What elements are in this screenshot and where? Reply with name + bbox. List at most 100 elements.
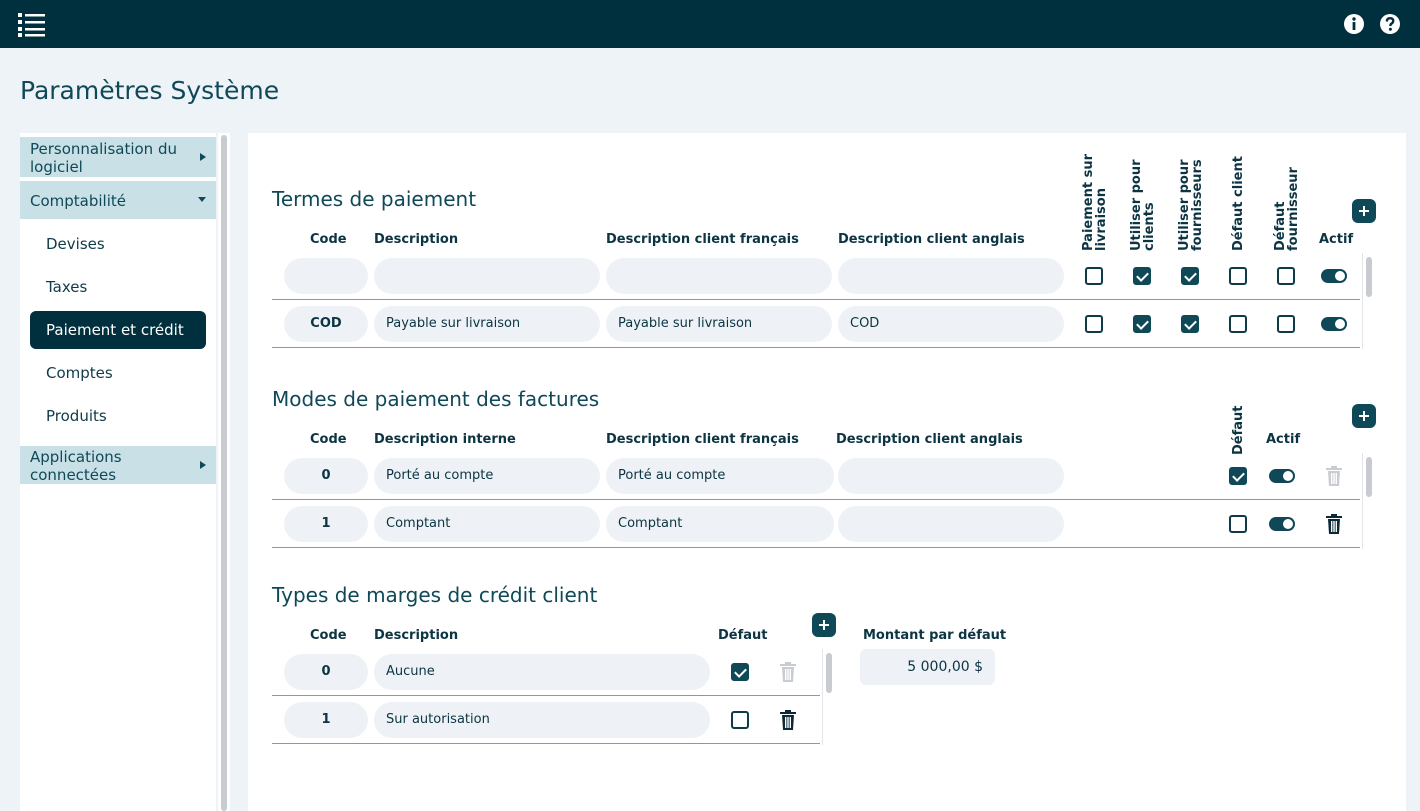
col-header-code: Code [310, 432, 347, 447]
col-header-use-clients: Utiliser pour clients [1129, 159, 1157, 251]
col-header-internal: Description interne [374, 432, 516, 447]
desc-fr-input[interactable]: Porté au compte [606, 458, 834, 494]
code-input[interactable]: 0 [284, 458, 368, 494]
main-panel: Termes de paiement Code Description Desc… [248, 133, 1406, 811]
scrollbar-thumb[interactable] [826, 653, 832, 693]
invoice-modes-scrollbar[interactable] [1362, 453, 1374, 549]
col-header-default: Défaut [718, 628, 768, 643]
active-toggle[interactable] [1321, 317, 1347, 331]
sidebar-item-devises[interactable]: Devises [30, 225, 206, 263]
info-icon[interactable] [1344, 14, 1364, 34]
desc-en-input[interactable]: COD [838, 306, 1064, 342]
default-checkbox[interactable] [1229, 467, 1247, 485]
section-title-payment-terms: Termes de paiement [272, 187, 477, 211]
row-divider [272, 695, 820, 696]
add-invoice-mode-button[interactable] [1352, 404, 1376, 428]
page-title: Paramètres Système [20, 76, 280, 105]
code-input[interactable]: 1 [284, 506, 368, 542]
add-credit-margin-button[interactable] [812, 613, 836, 637]
description-input[interactable]: Aucune [374, 654, 710, 690]
default-amount-label: Montant par défaut [863, 628, 1007, 643]
header-line: fournisseur [1286, 167, 1301, 251]
default-supplier-checkbox[interactable] [1277, 315, 1295, 333]
header-line: livraison [1094, 188, 1109, 251]
default-supplier-checkbox[interactable] [1277, 267, 1295, 285]
payment-terms-scrollbar[interactable] [1362, 253, 1374, 349]
sidebar-group-comptabilite[interactable]: Comptabilité [20, 181, 216, 219]
row-divider [272, 547, 1360, 548]
row-divider [272, 499, 1360, 500]
sidebar-item-paiement-credit[interactable]: Paiement et crédit [30, 311, 206, 349]
desc-fr-input[interactable] [606, 258, 832, 294]
add-payment-term-button[interactable] [1352, 199, 1376, 223]
code-input[interactable]: COD [284, 306, 368, 342]
list-icon[interactable] [18, 11, 46, 37]
description-input[interactable]: Payable sur livraison [374, 306, 600, 342]
sidebar-scrollbar[interactable] [218, 133, 230, 811]
use-suppliers-checkbox[interactable] [1181, 267, 1199, 285]
col-header-default-supplier: Défaut fournisseur [1273, 163, 1301, 251]
col-header-code: Code [310, 628, 347, 643]
use-clients-checkbox[interactable] [1133, 267, 1151, 285]
section-title-invoice-modes: Modes de paiement des factures [272, 387, 600, 411]
row-divider [272, 299, 1360, 300]
sidebar: Personnalisation du logiciel Comptabilit… [20, 133, 216, 811]
sidebar-group-personnalisation[interactable]: Personnalisation du logiciel [20, 137, 216, 177]
col-header-desc-en: Description client anglais [838, 232, 1025, 247]
trash-icon[interactable] [1325, 514, 1343, 534]
header-line: fournisseurs [1190, 159, 1205, 251]
trash-icon-disabled [1326, 466, 1342, 486]
default-client-checkbox[interactable] [1229, 267, 1247, 285]
default-client-checkbox[interactable] [1229, 315, 1247, 333]
code-input[interactable] [284, 258, 368, 294]
trash-icon[interactable] [779, 710, 797, 730]
row-divider [272, 347, 1360, 348]
col-header-use-suppliers: Utiliser pour fournisseurs [1177, 159, 1205, 251]
col-header-desc-en: Description client anglais [836, 432, 1023, 447]
active-toggle[interactable] [1269, 469, 1295, 483]
default-amount-input[interactable]: 5 000,00 $ [860, 649, 995, 685]
col-header-default: Défaut [1231, 405, 1246, 455]
sidebar-item-taxes[interactable]: Taxes [30, 268, 206, 306]
sidebar-group-label: Personnalisation du logiciel [30, 140, 177, 176]
sidebar-item-produits[interactable]: Produits [30, 397, 206, 435]
cod-checkbox[interactable] [1085, 315, 1103, 333]
scrollbar-thumb[interactable] [1366, 257, 1372, 297]
col-header-description: Description [374, 232, 459, 247]
sidebar-item-comptes[interactable]: Comptes [30, 354, 206, 392]
col-header-default-client: Défaut client [1231, 156, 1246, 251]
desc-fr-input[interactable]: Payable sur livraison [606, 306, 832, 342]
scrollbar-thumb[interactable] [221, 135, 227, 811]
code-input[interactable]: 1 [284, 702, 368, 738]
desc-en-input[interactable] [838, 258, 1064, 294]
caret-down-icon [198, 197, 206, 202]
desc-en-input[interactable] [838, 458, 1064, 494]
internal-desc-input[interactable]: Comptant [374, 506, 600, 542]
header-line: clients [1142, 202, 1157, 251]
sidebar-group-applications[interactable]: Applications connectées [20, 446, 216, 484]
description-input[interactable] [374, 258, 600, 294]
internal-desc-input[interactable]: Porté au compte [374, 458, 600, 494]
active-toggle[interactable] [1269, 517, 1295, 531]
section-title-credit-margins: Types de marges de crédit client [272, 583, 598, 607]
desc-fr-input[interactable]: Comptant [606, 506, 834, 542]
col-header-code: Code [310, 232, 347, 247]
sidebar-group-label: Comptabilité [30, 192, 126, 210]
active-toggle[interactable] [1321, 269, 1347, 283]
use-clients-checkbox[interactable] [1133, 315, 1151, 333]
code-input[interactable]: 0 [284, 654, 368, 690]
desc-en-input[interactable] [838, 506, 1064, 542]
default-checkbox[interactable] [1229, 515, 1247, 533]
cod-checkbox[interactable] [1085, 267, 1103, 285]
trash-icon-disabled [780, 662, 796, 682]
default-checkbox[interactable] [731, 711, 749, 729]
col-header-cod: Paiement sur livraison [1081, 154, 1109, 251]
use-suppliers-checkbox[interactable] [1181, 315, 1199, 333]
caret-right-icon [200, 461, 206, 469]
credit-margins-scrollbar[interactable] [822, 649, 834, 745]
default-checkbox[interactable] [731, 663, 749, 681]
help-icon[interactable] [1380, 14, 1400, 34]
scrollbar-thumb[interactable] [1366, 457, 1372, 497]
description-input[interactable]: Sur autorisation [374, 702, 710, 738]
top-bar [0, 0, 1420, 48]
